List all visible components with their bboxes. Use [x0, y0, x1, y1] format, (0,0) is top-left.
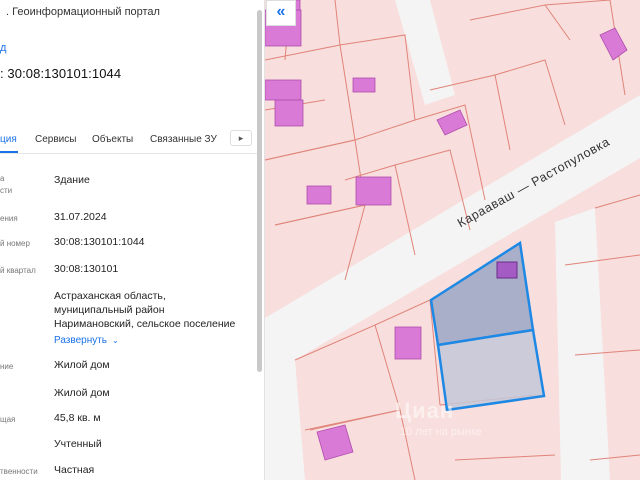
expand-link[interactable]: Развернуть ⌄ [54, 335, 119, 346]
building-footprint [274, 99, 304, 127]
watermark-logo: Циан [395, 398, 455, 423]
detail-row-date: ения 31.07.2024 [0, 210, 255, 226]
detail-label: ения [0, 214, 18, 223]
detail-row-type: а сти Здание [0, 173, 255, 199]
detail-row-address: Астраханская область, муниципальный райо… [0, 289, 255, 333]
tab-bar: ция Сервисы Объекты Связанные ЗУ ▸ [0, 126, 260, 154]
detail-value: 45,8 кв. м [54, 412, 101, 424]
detail-value: Здание [54, 174, 90, 186]
info-panel: . Геоинформационный портал д : 30:08:130… [0, 0, 265, 480]
chevron-right-icon[interactable]: ▸ [230, 130, 252, 146]
detail-label: й номер [0, 239, 30, 248]
selected-building [496, 261, 518, 279]
detail-value: 30:08:130101 [54, 263, 119, 275]
active-tab-indicator [0, 151, 18, 153]
double-chevron-left-icon[interactable]: « [266, 0, 296, 26]
detail-row-purpose: ние Жилой дом [0, 358, 255, 374]
tab-related-parcels[interactable]: Связанные ЗУ [150, 134, 217, 145]
building-footprint [306, 185, 332, 205]
watermark-subtitle: 10 лет на рынке [400, 426, 482, 438]
detail-value: Жилой дом [54, 359, 110, 371]
chevron-down-icon: ⌄ [112, 336, 119, 345]
detail-value: Жилой дом [54, 387, 110, 399]
detail-row-status: Учтенный [0, 437, 255, 453]
detail-value: 30:08:130101:1044 [54, 236, 145, 248]
detail-value: 31.07.2024 [54, 211, 107, 223]
tab-objects[interactable]: Объекты [92, 134, 133, 145]
object-title: : 30:08:130101:1044 [0, 66, 122, 81]
back-link[interactable]: д [0, 42, 6, 54]
detail-row-area: щая 45,8 кв. м [0, 411, 255, 427]
detail-label: щая [0, 415, 16, 424]
detail-row-cadastral-number: й номер 30:08:130101:1044 [0, 235, 255, 251]
building-footprint [352, 77, 376, 93]
tab-services[interactable]: Сервисы [35, 134, 76, 145]
tab-information[interactable]: ция [0, 134, 17, 145]
building-footprint [355, 176, 392, 206]
detail-row-cadastral-quarter: й квартал 30:08:130101 [0, 262, 255, 278]
detail-label: й квартал [0, 266, 36, 275]
expand-label: Развернуть [54, 335, 108, 346]
detail-row-ownership: твенности Частная [0, 463, 255, 479]
detail-value: Учтенный [54, 438, 102, 450]
building-footprint [394, 326, 422, 360]
detail-label: твенности [0, 467, 38, 476]
app-title: . Геоинформационный портал [6, 6, 160, 18]
detail-row-name: Жилой дом [0, 386, 255, 402]
panel-scrollbar[interactable] [257, 10, 262, 372]
detail-value: Частная [54, 464, 95, 476]
detail-label: ние [0, 362, 14, 371]
building-footprint [265, 79, 302, 101]
detail-value: Астраханская область, муниципальный райо… [54, 290, 236, 330]
detail-label: а сти [0, 174, 13, 195]
